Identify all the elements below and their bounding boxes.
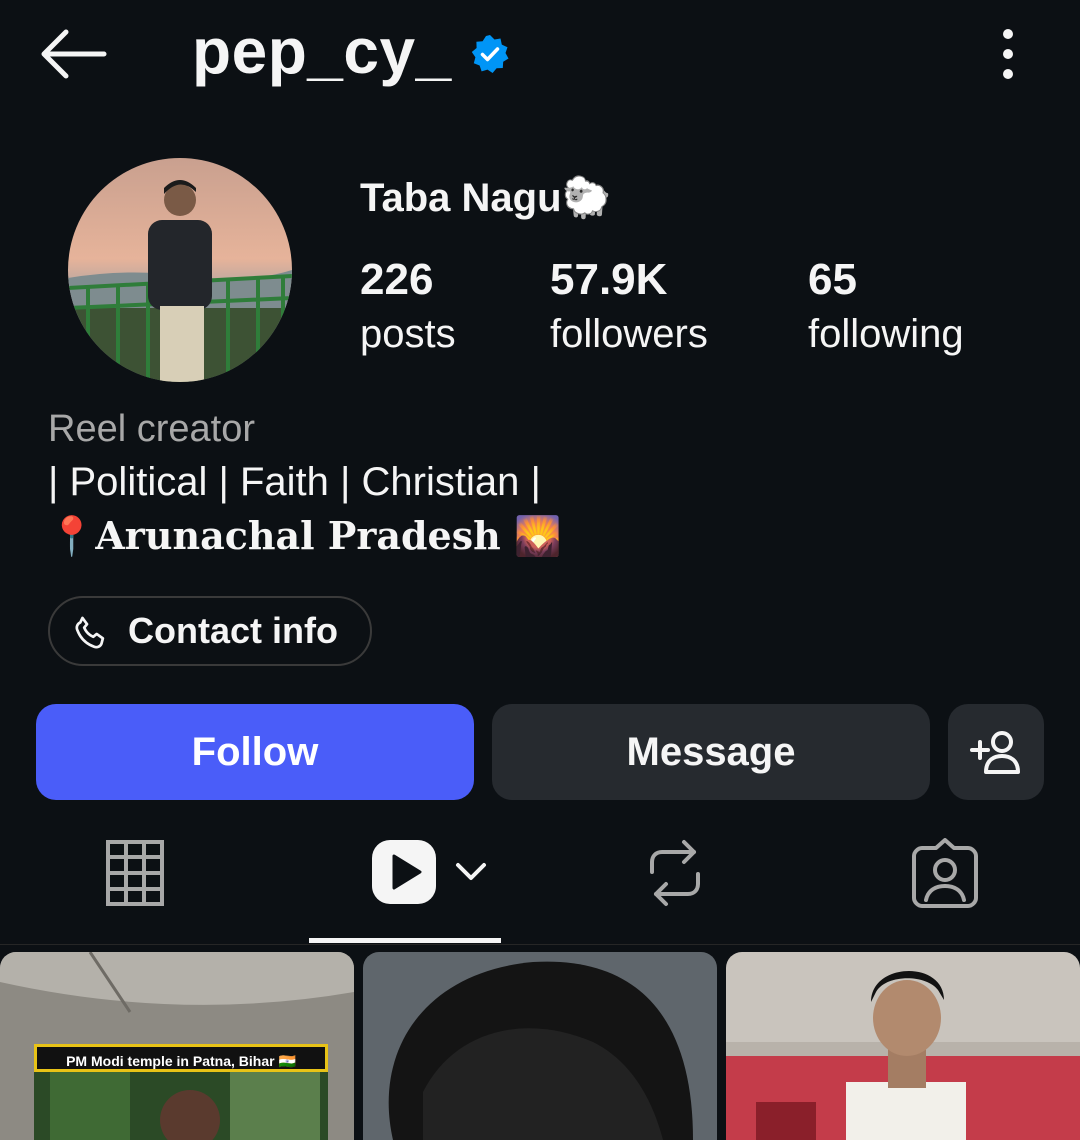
more-vertical-icon <box>1003 29 1013 79</box>
grid-icon <box>106 840 164 906</box>
contact-info-label: Contact info <box>128 610 338 651</box>
tab-posts[interactable] <box>60 820 210 944</box>
stat-followers-label: followers <box>550 312 708 356</box>
tab-reposts[interactable] <box>610 820 750 944</box>
active-tab-indicator <box>309 938 501 943</box>
more-options-button[interactable] <box>988 24 1028 84</box>
thumbnail-image <box>726 952 1080 1140</box>
stat-followers-value: 57.9K <box>550 255 668 304</box>
tagged-icon <box>912 838 978 908</box>
thumbnail-caption: PM Modi temple in Patna, Bihar 🇮🇳 <box>34 1044 328 1072</box>
top-bar: pep_cy_ <box>0 0 1080 110</box>
profile-username: pep_cy_ <box>192 15 452 87</box>
verified-badge-icon <box>471 35 509 73</box>
grid-thumbnail[interactable] <box>363 952 717 1140</box>
grid-thumbnail[interactable] <box>726 952 1080 1140</box>
profile-bio: Reel creator | Political | Faith | Chris… <box>48 404 561 562</box>
tab-tagged[interactable] <box>880 820 1020 944</box>
tab-reels[interactable] <box>340 820 520 944</box>
grid-thumbnail[interactable]: PM Modi temple in Patna, Bihar 🇮🇳 <box>0 952 354 1140</box>
profile-display-name: Taba Nagu🐑 <box>360 176 612 220</box>
stat-following-value: 65 <box>808 255 857 304</box>
suggested-users-button[interactable] <box>948 704 1044 800</box>
stat-posts-value: 226 <box>360 255 434 304</box>
add-user-icon <box>970 731 1020 774</box>
message-button[interactable]: Message <box>492 704 930 800</box>
stat-followers[interactable]: 57.9K followers <box>550 252 708 360</box>
reposts-icon <box>650 840 700 906</box>
avatar-photo <box>68 158 292 382</box>
chevron-down-icon <box>456 863 486 880</box>
follow-button[interactable]: Follow <box>36 704 474 800</box>
stat-following[interactable]: 65 following <box>808 252 964 360</box>
thumbnail-image <box>363 952 717 1140</box>
profile-tabs <box>0 820 1080 945</box>
profile-avatar[interactable] <box>68 158 292 382</box>
contact-info-button[interactable]: Contact info <box>48 596 372 666</box>
bio-category: Reel creator <box>48 408 255 450</box>
bio-line-1: | Political | Faith | Christian | <box>48 460 541 504</box>
stat-posts[interactable]: 226 posts <box>360 252 456 360</box>
bio-location: 📍𝐀𝐫𝐮𝐧𝐚𝐜𝐡𝐚𝐥 𝐏𝐫𝐚𝐝𝐞𝐬𝐡 🌄 <box>48 513 562 558</box>
reels-icon <box>372 840 436 904</box>
arrow-left-icon <box>41 29 107 79</box>
phone-icon <box>75 616 105 649</box>
back-button[interactable] <box>36 26 108 82</box>
stat-posts-label: posts <box>360 312 456 356</box>
stat-following-label: following <box>808 312 964 356</box>
